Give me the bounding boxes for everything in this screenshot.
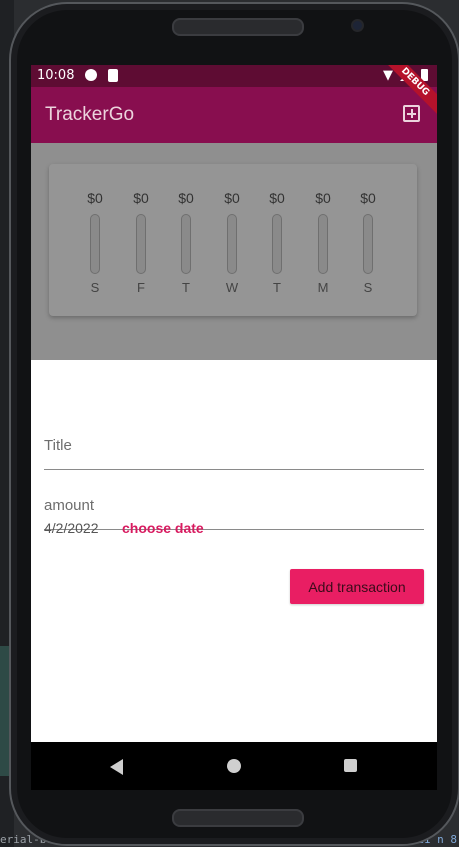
- amount-field[interactable]: amount: [44, 477, 424, 530]
- bar-day-label: T: [182, 280, 190, 295]
- weekly-chart-card: $0 S $0 F $0 T $0 W $0 T $0 M $0 S: [49, 164, 417, 316]
- chart-bar-column: $0 S: [77, 188, 113, 304]
- add-transaction-button[interactable]: Add transaction: [290, 569, 424, 604]
- status-time: 10:08: [37, 68, 75, 83]
- chart-bar-column: $0 T: [168, 188, 204, 304]
- back-icon[interactable]: [110, 759, 123, 775]
- bar-track: [136, 214, 146, 274]
- app-bar: TrackerGo: [31, 87, 437, 143]
- modal-scrim[interactable]: $0 S $0 F $0 T $0 W $0 T $0 M $0 S: [31, 143, 437, 360]
- sd-card-icon: [108, 69, 118, 82]
- bar-track: [363, 214, 373, 274]
- new-transaction-sheet: Title amount 4/2/2022 choose date Add tr…: [31, 360, 437, 742]
- bar-amount-label: $0: [269, 190, 285, 206]
- selected-date: 4/2/2022: [44, 520, 99, 536]
- front-camera: [353, 21, 362, 30]
- bar-amount-label: $0: [224, 190, 240, 206]
- chart-bar-column: $0 S: [350, 188, 386, 304]
- chart-bar-column: $0 T: [259, 188, 295, 304]
- app-screen: 10:08 ▼ TrackerGo $0 S $0 F $0 T $0 W $0 T $0 M $0 S …: [31, 65, 437, 742]
- title-field[interactable]: Title: [44, 417, 424, 470]
- bar-amount-label: $0: [87, 190, 103, 206]
- bar-amount-label: $0: [178, 190, 194, 206]
- amount-field-label: amount: [44, 497, 95, 514]
- status-app-icon: [85, 69, 97, 81]
- wifi-icon: ▼: [383, 68, 393, 83]
- bar-track: [318, 214, 328, 274]
- home-icon[interactable]: [227, 759, 241, 773]
- top-speaker: [172, 18, 304, 36]
- bar-track: [90, 214, 100, 274]
- system-nav-bar: [31, 742, 437, 790]
- title-field-label: Title: [44, 437, 72, 454]
- chart-bar-column: $0 F: [123, 188, 159, 304]
- add-box-icon[interactable]: [403, 105, 420, 122]
- chart-bar-column: $0 M: [305, 188, 341, 304]
- bar-day-label: S: [363, 280, 373, 295]
- choose-date-button[interactable]: choose date: [122, 520, 204, 536]
- recent-apps-icon[interactable]: [344, 759, 357, 772]
- bar-day-label: S: [90, 280, 100, 295]
- bar-track: [272, 214, 282, 274]
- bar-day-label: T: [273, 280, 281, 295]
- bar-amount-label: $0: [315, 190, 331, 206]
- chart-bar-column: $0 W: [214, 188, 250, 304]
- bar-day-label: F: [137, 280, 145, 295]
- bar-amount-label: $0: [133, 190, 149, 206]
- bar-day-label: M: [317, 280, 329, 295]
- bottom-speaker: [172, 809, 304, 827]
- bar-amount-label: $0: [360, 190, 376, 206]
- bar-track: [181, 214, 191, 274]
- app-title: TrackerGo: [45, 104, 135, 125]
- bar-day-label: W: [225, 280, 239, 295]
- status-bar: 10:08 ▼: [31, 65, 437, 87]
- bar-track: [227, 214, 237, 274]
